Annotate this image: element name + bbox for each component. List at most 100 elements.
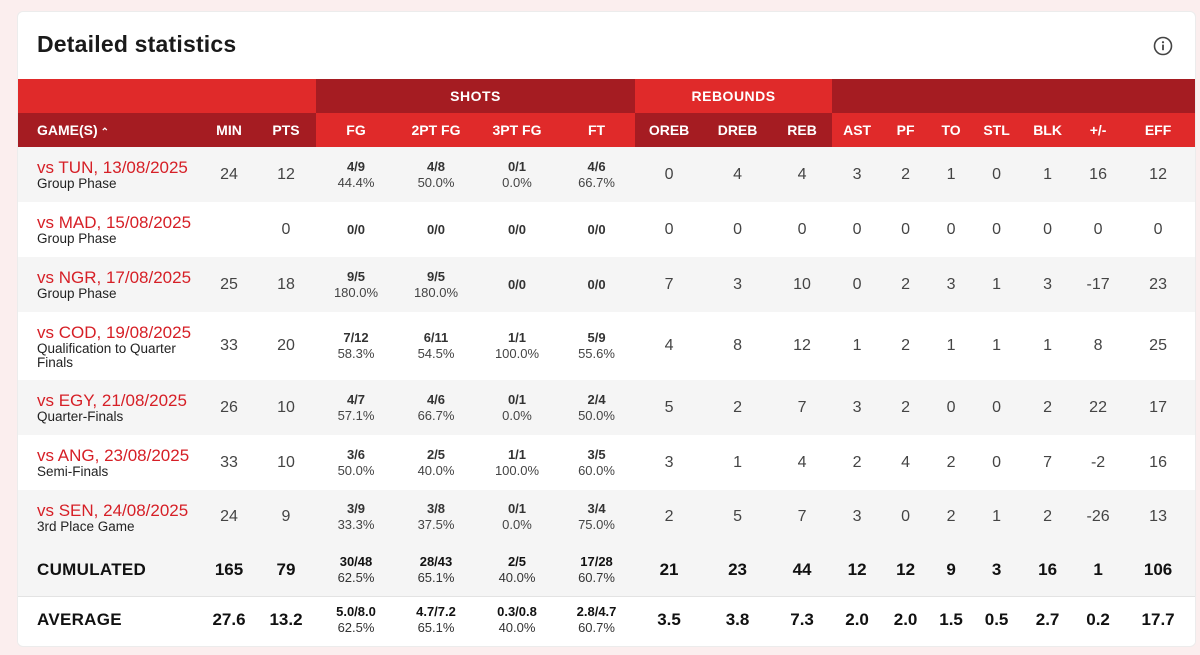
column-header-reb: REB bbox=[772, 113, 833, 147]
stat-ft-made: 17/28 bbox=[580, 553, 613, 569]
stat-ft: 0/0 bbox=[558, 202, 635, 257]
stat-dreb: 23 bbox=[703, 544, 773, 597]
game-cell: vs TUN, 13/08/2025 Group Phase bbox=[18, 147, 202, 202]
stat-fg3-made: 1/1 bbox=[507, 446, 527, 462]
stat-fg-made: 3/6 bbox=[346, 446, 366, 462]
stat-dreb: 1 bbox=[733, 453, 742, 471]
games-column-label: GAME(S) bbox=[37, 122, 98, 138]
game-cell: CUMULATED bbox=[18, 544, 202, 597]
stat-ft-pct: 66.7% bbox=[578, 174, 615, 190]
stat-fg-made: 30/48 bbox=[339, 553, 373, 569]
stat-ft-made: 0/0 bbox=[587, 221, 606, 237]
stat-ft-made: 5/9 bbox=[587, 330, 606, 345]
stat-fg: 4/9 44.4% bbox=[316, 147, 396, 202]
stat-fg-made: 9/5 bbox=[346, 268, 366, 284]
stat-fg3: 1/1 100.0% bbox=[476, 435, 558, 490]
stat-ast: 3 bbox=[852, 508, 862, 525]
stat-fg2: 28/43 65.1% bbox=[396, 544, 476, 597]
stat-reb: 7 bbox=[797, 508, 807, 525]
stat-fg3-pct: 0.0% bbox=[502, 517, 532, 532]
game-phase: 3rd Place Game bbox=[37, 518, 135, 534]
table-row: vs TUN, 13/08/2025 Group Phase 24 12 4/9 44.4… bbox=[18, 147, 1195, 202]
stat-reb: 7 bbox=[797, 398, 807, 416]
stat-ft: 2/4 50.0% bbox=[558, 380, 635, 435]
game-phase: Group Phase bbox=[37, 231, 117, 246]
game-link[interactable]: vs COD, 19/08/2025 bbox=[37, 323, 202, 342]
avg-row: AVERAGE 27.6 13.2 5.0/8.0 62.5% 4.7/7.2 65.1% 0… bbox=[18, 596, 1195, 644]
stat-reb: 4 bbox=[797, 453, 807, 471]
stat-fg3: 1/1 100.0% bbox=[476, 312, 558, 380]
stat-eff: 25 bbox=[1149, 337, 1167, 354]
stat-ft-pct: 75.0% bbox=[578, 517, 615, 532]
stat-fg-pct: 62.5% bbox=[337, 569, 375, 585]
stat-to: 3 bbox=[946, 275, 956, 293]
stat-min: 24 bbox=[220, 165, 238, 183]
table-row: vs SEN, 24/08/2025 3rd Place Game 24 9 3/9 33… bbox=[18, 490, 1195, 544]
column-header-3pt-fg: 3PT FG bbox=[476, 113, 558, 147]
stat-min bbox=[202, 202, 256, 257]
stat-pf: 2.0 bbox=[893, 610, 918, 630]
stat-ast: 2.0 bbox=[845, 610, 869, 630]
stat-ft: 17/28 60.7% bbox=[558, 544, 636, 597]
stat-fg3: 0/1 0.0% bbox=[476, 490, 558, 544]
stat-fg-pct: 180.0% bbox=[333, 284, 379, 300]
group-header-shots: SHOTS bbox=[316, 79, 636, 113]
stat-blk: 7 bbox=[1043, 453, 1053, 471]
group-header-rebounds: REBOUNDS bbox=[635, 79, 833, 113]
game-link[interactable]: vs NGR, 17/08/2025 bbox=[37, 268, 202, 287]
stat-fg2: 9/5 180.0% bbox=[396, 257, 476, 312]
stat-ft: 5/9 55.6% bbox=[558, 312, 635, 380]
stat-fg2-pct: 65.1% bbox=[417, 620, 455, 636]
stat-ast: 2 bbox=[852, 453, 862, 471]
stat-fg3-made: 2/5 bbox=[507, 553, 527, 569]
group-header-blank-right bbox=[832, 79, 1195, 113]
game-link[interactable]: vs ANG, 23/08/2025 bbox=[37, 446, 202, 465]
stat-fg3-pct: 100.0% bbox=[494, 462, 540, 478]
column-header-to: TO bbox=[929, 113, 974, 147]
stat-fg2: 4/6 66.7% bbox=[396, 380, 476, 435]
game-link[interactable]: vs MAD, 15/08/2025 bbox=[37, 213, 202, 232]
game-link[interactable]: vs EGY, 21/08/2025 bbox=[37, 391, 202, 410]
stat-ft: 3/4 75.0% bbox=[558, 490, 635, 544]
stat-fg3: 0.3/0.8 40.0% bbox=[476, 596, 558, 644]
stat-ft-pct: 60.7% bbox=[578, 620, 615, 636]
stat-fg2-made: 3/8 bbox=[426, 501, 446, 516]
stat-fg-made: 4/7 bbox=[346, 391, 366, 407]
stat-stl: 1 bbox=[992, 337, 1002, 354]
avg-label: AVERAGE bbox=[37, 610, 122, 630]
info-icon[interactable] bbox=[1153, 36, 1173, 56]
stat-fg2: 6/11 54.5% bbox=[396, 312, 476, 380]
column-header-min: MIN bbox=[202, 113, 256, 147]
chevron-up-icon[interactable]: ⌃ bbox=[101, 127, 109, 138]
stat-eff: 0 bbox=[1153, 220, 1163, 238]
stat-ft-made: 3/4 bbox=[587, 501, 606, 516]
stat-ft-pct: 50.0% bbox=[578, 407, 615, 423]
stat-reb: 10 bbox=[793, 275, 811, 293]
stat-eff: 17 bbox=[1149, 398, 1167, 416]
stat-fg-made: 7/12 bbox=[343, 330, 369, 345]
stat-oreb: 3 bbox=[664, 453, 674, 471]
game-cell: vs COD, 19/08/2025 Qualification to Quart… bbox=[18, 312, 202, 380]
stat-oreb: 3.5 bbox=[657, 610, 681, 630]
stat-ft-made: 4/6 bbox=[587, 158, 606, 174]
stat-pf: 2 bbox=[901, 165, 911, 183]
stat-ft: 0/0 bbox=[558, 257, 635, 312]
game-cell: vs ANG, 23/08/2025 Semi-Finals bbox=[18, 435, 202, 490]
stat-dreb: 4 bbox=[733, 165, 742, 183]
stat-ft-pct: 60.0% bbox=[578, 462, 615, 478]
stat-ft-made: 2/4 bbox=[587, 391, 606, 407]
column-header-games[interactable]: GAME(S) ⌃ bbox=[18, 113, 202, 147]
stat-pf: 4 bbox=[901, 453, 911, 471]
stat-pm: -2 bbox=[1090, 453, 1106, 471]
stat-pm: -17 bbox=[1086, 275, 1110, 293]
stat-fg-pct: 44.4% bbox=[337, 174, 375, 190]
stat-fg2-made: 9/5 bbox=[426, 268, 446, 284]
game-link[interactable]: vs SEN, 24/08/2025 bbox=[37, 501, 202, 520]
game-link[interactable]: vs TUN, 13/08/2025 bbox=[37, 158, 202, 177]
stat-fg-made: 0/0 bbox=[346, 221, 366, 237]
stat-min: 33 bbox=[220, 453, 238, 471]
stat-reb: 7.3 bbox=[790, 610, 814, 630]
stat-fg2-made: 4/6 bbox=[426, 391, 446, 407]
stat-dreb: 5 bbox=[733, 508, 742, 525]
stat-pm: 8 bbox=[1093, 337, 1103, 354]
